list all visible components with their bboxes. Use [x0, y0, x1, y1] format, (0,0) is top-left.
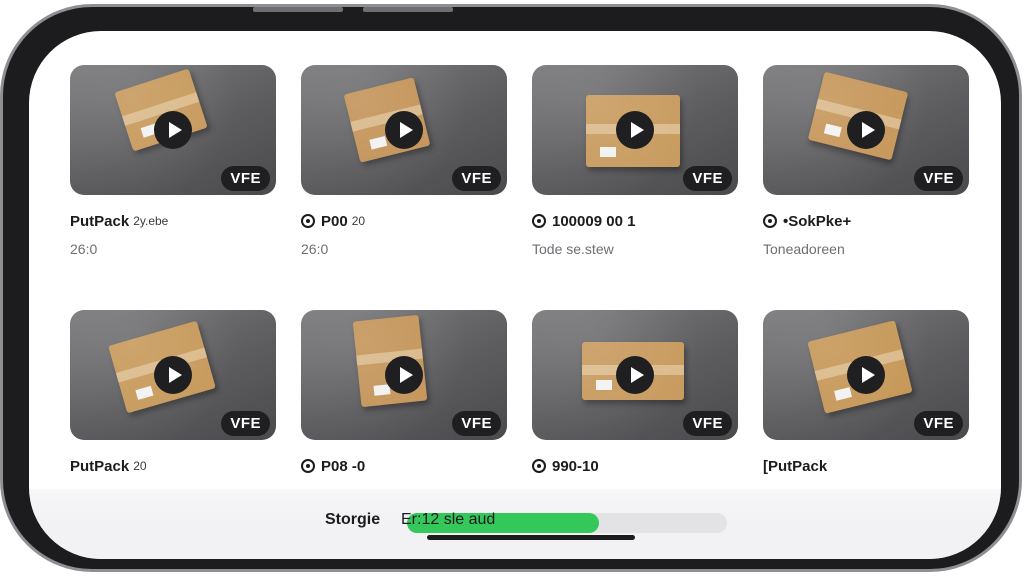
location-pin-icon [532, 459, 546, 473]
video-card[interactable]: VFE P00 20 26:0 [301, 65, 507, 257]
video-title-text: PutPack [70, 457, 130, 475]
video-card[interactable]: VFE PutPack 20 [70, 310, 276, 486]
video-grid: VFE PutPack 2y.ebe 26:0 VFE P00 20 26:0 VFE 10000… [29, 31, 1001, 559]
video-thumbnail[interactable]: VFE [763, 65, 969, 195]
video-thumbnail[interactable]: VFE [301, 310, 507, 440]
video-thumbnail[interactable]: VFE [532, 310, 738, 440]
video-title: [PutPack [763, 456, 969, 476]
video-title-text: P00 [321, 212, 348, 230]
play-icon[interactable] [847, 356, 885, 394]
video-badge: VFE [914, 166, 963, 191]
video-subtitle: Tode se.stew [532, 241, 614, 257]
screen: VFE PutPack 2y.ebe 26:0 VFE P00 20 26:0 VFE 10000… [29, 31, 1001, 559]
play-icon[interactable] [154, 111, 192, 149]
play-icon[interactable] [616, 356, 654, 394]
video-badge: VFE [452, 166, 501, 191]
video-title-extra: 2y.ebe [133, 214, 169, 228]
video-subtitle: Toneadoreen [763, 241, 845, 257]
play-icon[interactable] [385, 111, 423, 149]
video-title-text: [PutPack [763, 457, 828, 475]
video-card[interactable]: VFE 100009 00 1 Tode se.stew [532, 65, 738, 257]
video-badge: VFE [221, 166, 270, 191]
storage-value: Er:12 sle aud [401, 511, 496, 528]
storage-label-text: Storgie [325, 511, 381, 528]
video-card[interactable]: VFE [PutPack [763, 310, 969, 486]
video-title-text: 100009 00 1 [552, 212, 636, 230]
video-title: PutPack 2y.ebe [70, 211, 276, 231]
play-icon[interactable] [847, 111, 885, 149]
video-title: PutPack 20 [70, 456, 276, 476]
location-pin-icon [301, 214, 315, 228]
play-icon[interactable] [154, 356, 192, 394]
video-thumbnail[interactable]: VFE [70, 65, 276, 195]
video-title: 100009 00 1 [532, 211, 738, 231]
video-badge: VFE [914, 411, 963, 436]
video-subtitle: 26:0 [301, 241, 329, 257]
play-icon[interactable] [616, 111, 654, 149]
video-title-extra: 20 [351, 214, 366, 228]
video-card[interactable]: VFE •SokPke+ Toneadoreen [763, 65, 969, 257]
video-badge: VFE [452, 411, 501, 436]
video-badge: VFE [683, 166, 732, 191]
home-indicator[interactable] [427, 535, 635, 540]
volume-button [363, 7, 453, 12]
video-thumbnail[interactable]: VFE [763, 310, 969, 440]
video-card[interactable]: VFE 990-10 [532, 310, 738, 486]
video-card[interactable]: VFE PutPack 2y.ebe 26:0 [70, 65, 276, 257]
video-thumbnail[interactable]: VFE [301, 65, 507, 195]
video-thumbnail[interactable]: VFE [70, 310, 276, 440]
video-title: 990-10 [532, 456, 738, 476]
video-title-text: 990-10 [552, 457, 599, 475]
video-card[interactable]: VFE P08 -0 [301, 310, 507, 486]
video-title-text: •SokPke+ [783, 212, 852, 230]
video-thumbnail[interactable]: VFE [532, 65, 738, 195]
location-pin-icon [763, 214, 777, 228]
video-subtitle: 26:0 [70, 241, 98, 257]
phone-frame: VFE PutPack 2y.ebe 26:0 VFE P00 20 26:0 VFE 10000… [0, 4, 1022, 572]
video-title-extra: 20 [133, 459, 147, 473]
play-icon[interactable] [385, 356, 423, 394]
storage-label: Storgie [325, 511, 380, 529]
video-title-text: P08 -0 [321, 457, 366, 475]
video-title: P00 20 [301, 211, 507, 231]
video-title-text: PutPack [70, 212, 130, 230]
video-title: •SokPke+ [763, 211, 969, 231]
location-pin-icon [301, 459, 315, 473]
video-badge: VFE [221, 411, 270, 436]
location-pin-icon [532, 214, 546, 228]
volume-button [253, 7, 343, 12]
video-badge: VFE [683, 411, 732, 436]
video-title: P08 -0 [301, 456, 507, 476]
